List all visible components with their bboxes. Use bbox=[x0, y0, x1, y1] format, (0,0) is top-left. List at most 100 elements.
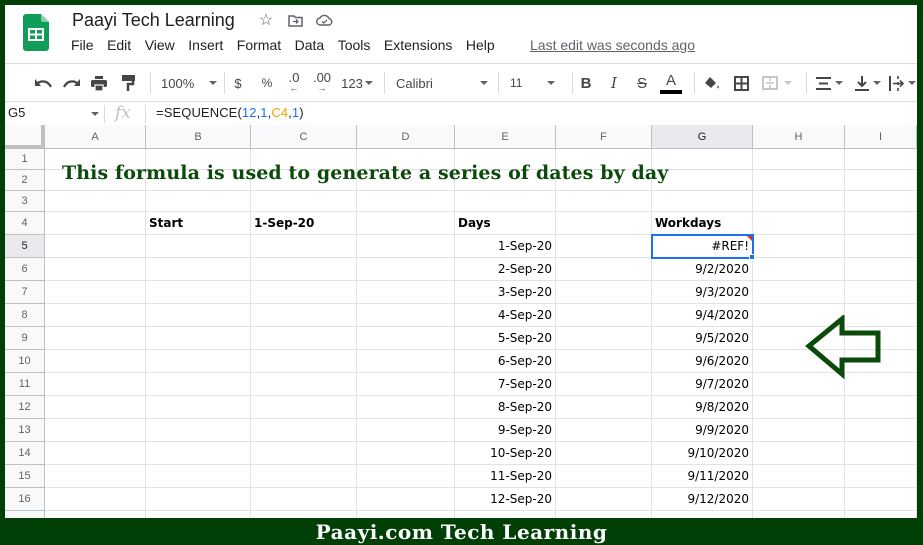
cell-H3[interactable] bbox=[753, 191, 845, 212]
cell-F13[interactable] bbox=[556, 419, 652, 442]
cell-C16[interactable] bbox=[251, 488, 357, 511]
cell-H5[interactable] bbox=[753, 235, 845, 258]
cell-I13[interactable] bbox=[845, 419, 917, 442]
cell-A7[interactable] bbox=[45, 281, 146, 304]
cell-B4[interactable]: Start bbox=[146, 212, 251, 235]
menu-data[interactable]: Data bbox=[295, 37, 325, 53]
row-header-12[interactable]: 12 bbox=[5, 396, 45, 419]
row-header-15[interactable]: 15 bbox=[5, 465, 45, 488]
cell-D3[interactable] bbox=[357, 191, 455, 212]
cell-E11[interactable]: 7-Sep-20 bbox=[455, 373, 556, 396]
cell-G7[interactable]: 9/3/2020 bbox=[652, 281, 753, 304]
cell-E7[interactable]: 3-Sep-20 bbox=[455, 281, 556, 304]
cell-D12[interactable] bbox=[357, 396, 455, 419]
cell-H2[interactable] bbox=[753, 170, 845, 191]
cell-F6[interactable] bbox=[556, 258, 652, 281]
cell-I7[interactable] bbox=[845, 281, 917, 304]
italic-button[interactable]: I bbox=[606, 64, 622, 102]
cell-D13[interactable] bbox=[357, 419, 455, 442]
more-formats-button[interactable]: 123 bbox=[340, 64, 374, 102]
cell-G4[interactable]: Workdays bbox=[652, 212, 753, 235]
cell-A6[interactable] bbox=[45, 258, 146, 281]
font-family-select[interactable]: Calibri bbox=[396, 64, 488, 102]
row-header-10[interactable]: 10 bbox=[5, 350, 45, 373]
cell-F3[interactable] bbox=[556, 191, 652, 212]
cell-D14[interactable] bbox=[357, 442, 455, 465]
cell-B14[interactable] bbox=[146, 442, 251, 465]
horizontal-align-button[interactable] bbox=[813, 64, 845, 102]
cloud-status-icon[interactable] bbox=[315, 11, 333, 29]
row-header-11[interactable]: 11 bbox=[5, 373, 45, 396]
menu-tools[interactable]: Tools bbox=[338, 37, 371, 53]
cell-C4[interactable]: 1-Sep-20 bbox=[251, 212, 357, 235]
menu-help[interactable]: Help bbox=[466, 37, 495, 53]
cell-B17[interactable] bbox=[146, 511, 251, 518]
row-header-7[interactable]: 7 bbox=[5, 281, 45, 304]
fill-handle[interactable] bbox=[749, 254, 755, 260]
cell-H16[interactable] bbox=[753, 488, 845, 511]
cell-A5[interactable] bbox=[45, 235, 146, 258]
column-header-b[interactable]: B bbox=[146, 125, 251, 149]
cell-F7[interactable] bbox=[556, 281, 652, 304]
column-header-d[interactable]: D bbox=[357, 125, 455, 149]
cell-E8[interactable]: 4-Sep-20 bbox=[455, 304, 556, 327]
cell-E13[interactable]: 9-Sep-20 bbox=[455, 419, 556, 442]
cell-G13[interactable]: 9/9/2020 bbox=[652, 419, 753, 442]
menu-file[interactable]: File bbox=[71, 37, 94, 53]
column-header-g[interactable]: G bbox=[652, 125, 753, 149]
cell-C10[interactable] bbox=[251, 350, 357, 373]
cell-A16[interactable] bbox=[45, 488, 146, 511]
menu-format[interactable]: Format bbox=[237, 37, 281, 53]
cell-F5[interactable] bbox=[556, 235, 652, 258]
cell-C8[interactable] bbox=[251, 304, 357, 327]
row-header-1[interactable]: 1 bbox=[5, 149, 45, 170]
borders-icon[interactable] bbox=[731, 64, 751, 102]
bold-button[interactable]: B bbox=[578, 64, 594, 102]
cell-A15[interactable] bbox=[45, 465, 146, 488]
zoom-select[interactable]: 100% bbox=[161, 64, 217, 102]
cell-C15[interactable] bbox=[251, 465, 357, 488]
cell-D8[interactable] bbox=[357, 304, 455, 327]
cell-C6[interactable] bbox=[251, 258, 357, 281]
cell-D15[interactable] bbox=[357, 465, 455, 488]
cell-F16[interactable] bbox=[556, 488, 652, 511]
star-icon[interactable]: ☆ bbox=[257, 11, 275, 29]
cell-G16[interactable]: 9/12/2020 bbox=[652, 488, 753, 511]
cell-C3[interactable] bbox=[251, 191, 357, 212]
cell-I14[interactable] bbox=[845, 442, 917, 465]
cell-D17[interactable] bbox=[357, 511, 455, 518]
cell-D11[interactable] bbox=[357, 373, 455, 396]
cell-C12[interactable] bbox=[251, 396, 357, 419]
currency-button[interactable]: $ bbox=[231, 64, 245, 102]
cell-B12[interactable] bbox=[146, 396, 251, 419]
cell-B5[interactable] bbox=[146, 235, 251, 258]
cell-D5[interactable] bbox=[357, 235, 455, 258]
merge-cells-button[interactable] bbox=[759, 64, 795, 102]
cell-B3[interactable] bbox=[146, 191, 251, 212]
cell-C9[interactable] bbox=[251, 327, 357, 350]
cell-G11[interactable]: 9/7/2020 bbox=[652, 373, 753, 396]
cell-E16[interactable]: 12-Sep-20 bbox=[455, 488, 556, 511]
text-color-button[interactable]: A bbox=[660, 64, 682, 102]
redo-icon[interactable] bbox=[60, 64, 82, 102]
move-to-folder-icon[interactable] bbox=[286, 11, 304, 29]
cell-C5[interactable] bbox=[251, 235, 357, 258]
chevron-down-icon[interactable] bbox=[91, 112, 99, 116]
sheets-logo-icon[interactable] bbox=[23, 14, 49, 51]
cell-G14[interactable]: 9/10/2020 bbox=[652, 442, 753, 465]
cell-B9[interactable] bbox=[146, 327, 251, 350]
cell-I16[interactable] bbox=[845, 488, 917, 511]
cell-E10[interactable]: 6-Sep-20 bbox=[455, 350, 556, 373]
menu-extensions[interactable]: Extensions bbox=[384, 37, 452, 53]
row-header-8[interactable]: 8 bbox=[5, 304, 45, 327]
print-icon[interactable] bbox=[88, 64, 110, 102]
cell-H13[interactable] bbox=[753, 419, 845, 442]
cell-B16[interactable] bbox=[146, 488, 251, 511]
cell-B13[interactable] bbox=[146, 419, 251, 442]
column-header-e[interactable]: E bbox=[455, 125, 556, 149]
column-header-h[interactable]: H bbox=[753, 125, 845, 149]
error-indicator-icon[interactable] bbox=[747, 236, 752, 241]
cell-A17[interactable] bbox=[45, 511, 146, 518]
cell-I2[interactable] bbox=[845, 170, 917, 191]
cell-G15[interactable]: 9/11/2020 bbox=[652, 465, 753, 488]
